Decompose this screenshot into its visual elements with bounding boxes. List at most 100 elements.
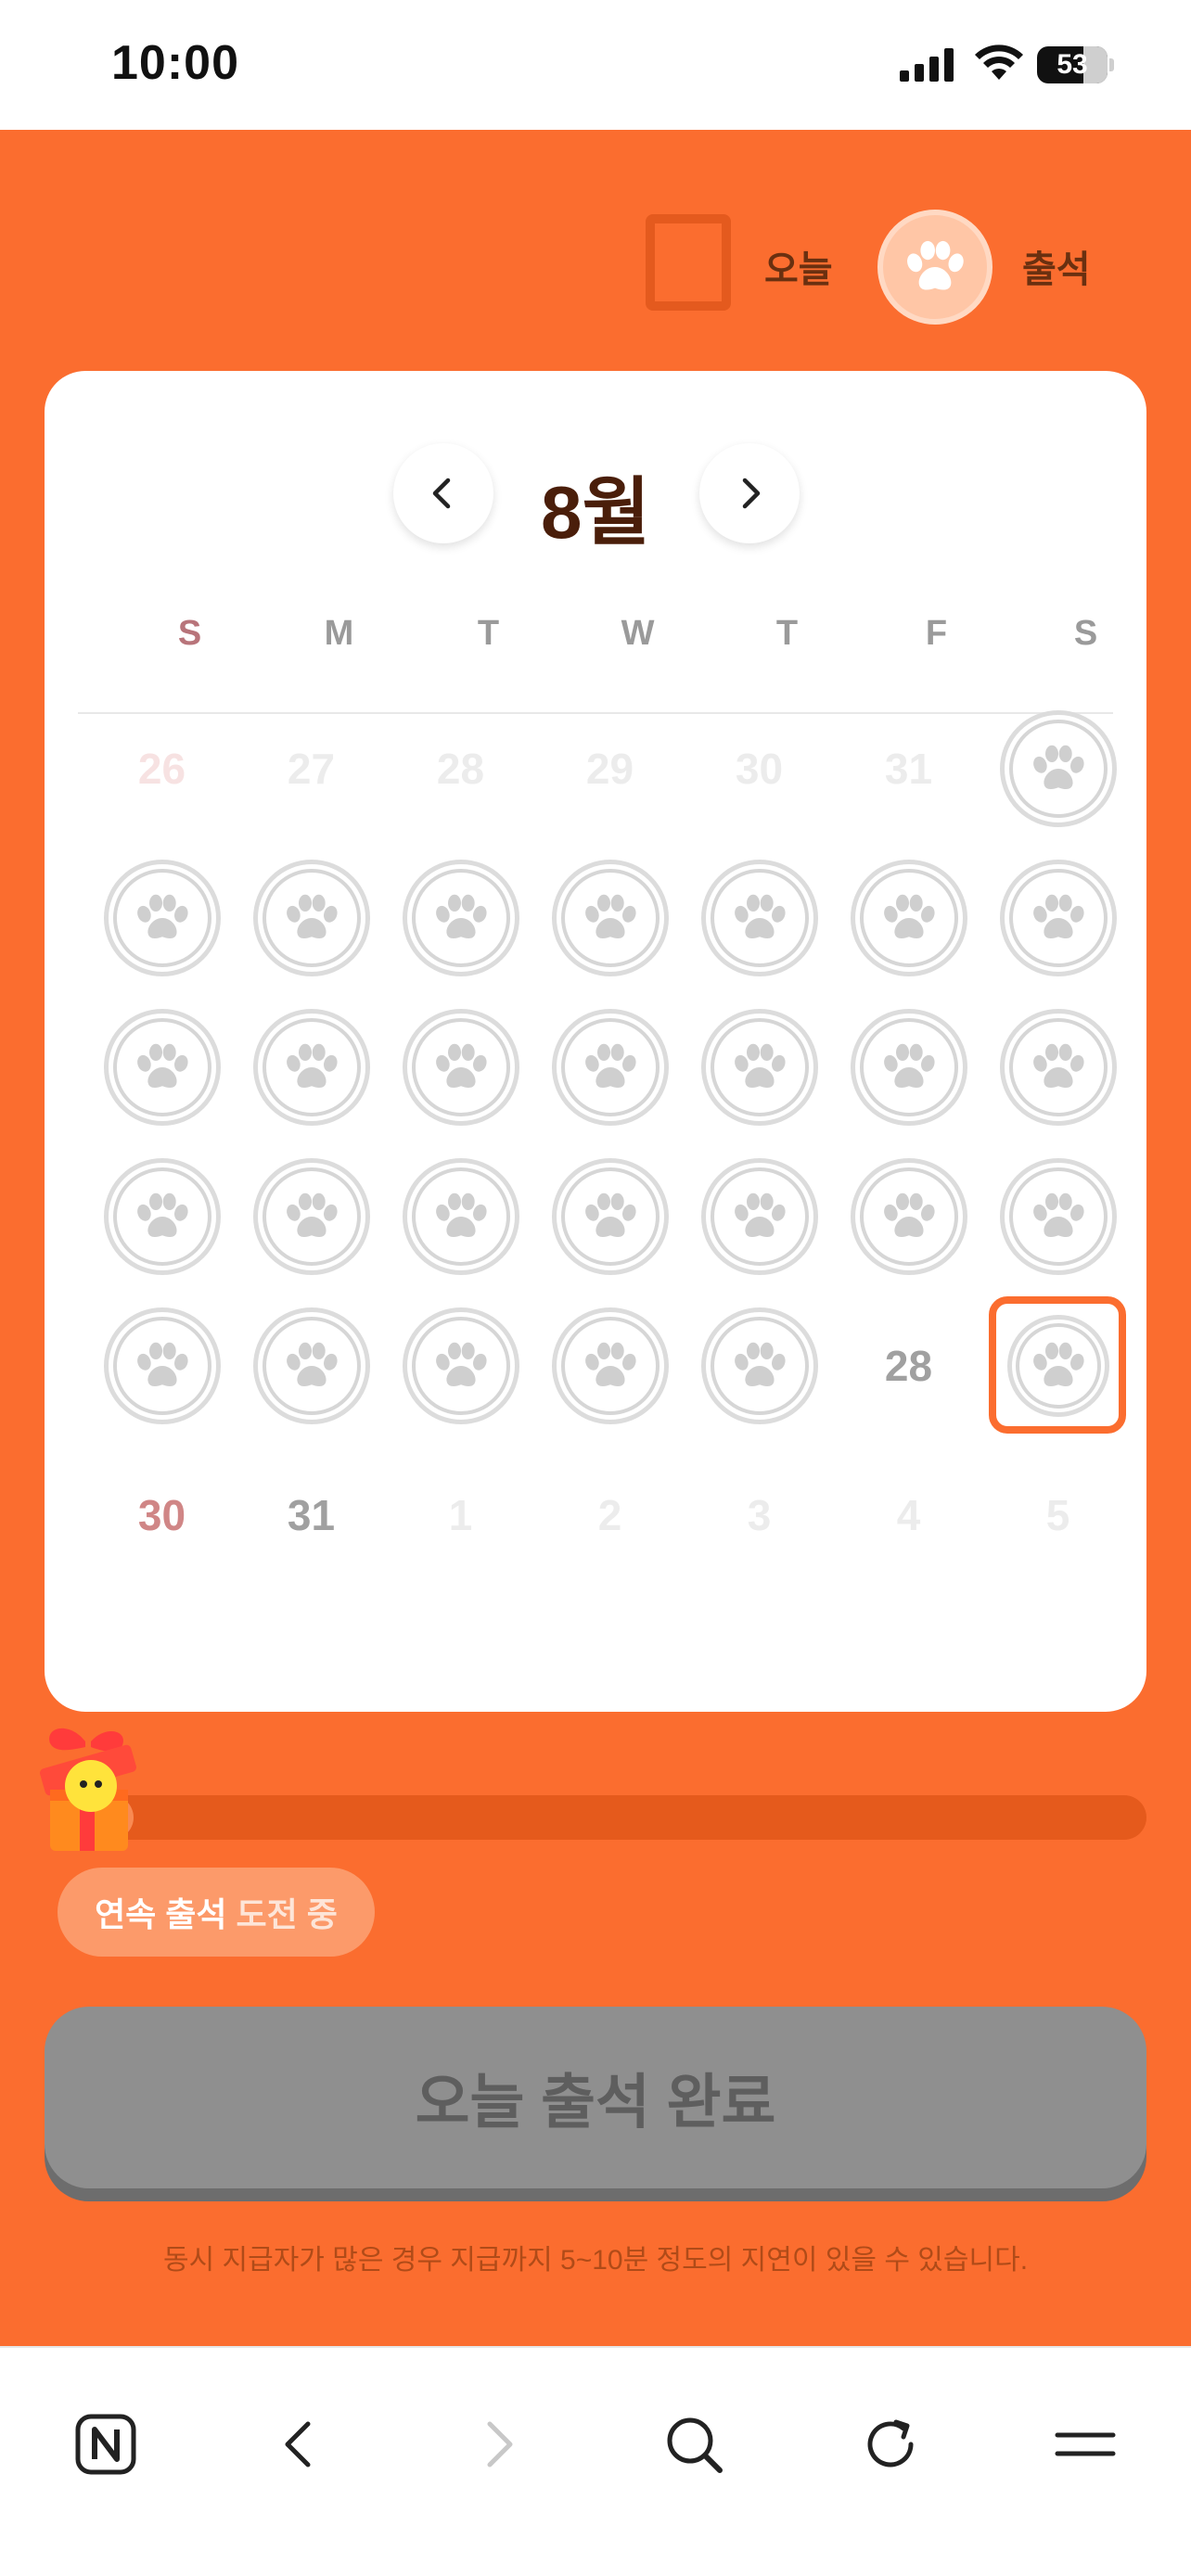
legend-paw-icon: [877, 210, 992, 325]
day-cell[interactable]: [685, 992, 834, 1141]
day-cell[interactable]: [834, 1141, 983, 1291]
day-number: 29: [585, 744, 634, 793]
day-cell[interactable]: [834, 843, 983, 992]
gift-character-icon: [40, 1728, 136, 1851]
day-cell[interactable]: [535, 843, 685, 992]
day-number: 28: [436, 744, 485, 793]
day-number: 30: [735, 744, 784, 793]
day-number: 2: [597, 1490, 622, 1539]
forward-icon[interactable]: [460, 2407, 534, 2481]
day-cell[interactable]: [386, 843, 535, 992]
day-cell: 28: [386, 694, 535, 843]
day-cell: 31: [834, 694, 983, 843]
signal-icon: [900, 48, 954, 82]
weekday-thu: T: [775, 614, 799, 653]
status-bar: 10:00 53: [0, 0, 1191, 130]
paw-stamp-icon: [252, 1008, 370, 1126]
wifi-icon: [975, 45, 1023, 80]
weekday-sat: S: [1073, 614, 1098, 653]
day-cell[interactable]: [983, 843, 1133, 992]
day-cell[interactable]: [983, 1291, 1133, 1440]
paw-stamp-icon: [999, 859, 1117, 976]
day-number: 5: [1045, 1490, 1070, 1539]
day-cell[interactable]: [87, 1141, 237, 1291]
search-icon[interactable]: [657, 2407, 731, 2481]
day-cell[interactable]: [386, 1291, 535, 1440]
paw-stamp-icon: [402, 859, 519, 976]
refresh-icon[interactable]: [853, 2407, 928, 2481]
menu-icon[interactable]: [1048, 2407, 1122, 2481]
day-cell[interactable]: [535, 1141, 685, 1291]
day-cell: 29: [535, 694, 685, 843]
day-cell[interactable]: [983, 694, 1133, 843]
day-cell[interactable]: [386, 1141, 535, 1291]
paw-stamp-icon: [700, 1157, 818, 1275]
paw-stamp-icon: [999, 1157, 1117, 1275]
day-cell[interactable]: [834, 992, 983, 1141]
weekday-fri: F: [925, 614, 948, 653]
day-cell[interactable]: 31: [237, 1440, 386, 1589]
day-cell[interactable]: [87, 992, 237, 1141]
day-cell[interactable]: [237, 1141, 386, 1291]
day-number: 30: [137, 1490, 186, 1539]
day-cell: 30: [685, 694, 834, 843]
day-cell[interactable]: [685, 1291, 834, 1440]
day-cell: 5: [983, 1440, 1133, 1589]
paw-stamp-icon: [700, 859, 818, 976]
day-cell[interactable]: [237, 1291, 386, 1440]
streak-badge: 연속 출석 도전 중: [58, 1868, 375, 1957]
weekday-wed: W: [621, 614, 655, 653]
day-number: 1: [448, 1490, 473, 1539]
paw-stamp-icon: [850, 1157, 967, 1275]
legend-today-marker: [646, 214, 731, 311]
day-number: 27: [287, 744, 336, 793]
weekday-mon: M: [324, 614, 354, 653]
paw-stamp-icon: [551, 1307, 669, 1424]
naver-home-icon[interactable]: [69, 2407, 143, 2481]
day-cell[interactable]: [87, 843, 237, 992]
day-cell[interactable]: [386, 992, 535, 1141]
paw-stamp-icon: [402, 1008, 519, 1126]
day-cell[interactable]: [983, 1141, 1133, 1291]
paw-stamp-icon: [999, 1008, 1117, 1126]
streak-label-weak: 도전 중: [236, 1895, 338, 1933]
paw-stamp-icon: [103, 1307, 221, 1424]
attendance-complete-button[interactable]: 오늘 출석 완료: [45, 2007, 1146, 2188]
paw-stamp-icon: [700, 1008, 818, 1126]
paw-stamp-icon: [252, 1157, 370, 1275]
legend-attendance-label: 출석: [1022, 249, 1091, 290]
battery-level: 53: [1057, 49, 1088, 80]
paw-stamp-icon: [551, 1157, 669, 1275]
day-cell[interactable]: [237, 843, 386, 992]
day-number: 31: [884, 744, 933, 793]
day-number: 4: [896, 1490, 921, 1539]
day-cell[interactable]: [87, 1291, 237, 1440]
back-icon[interactable]: [263, 2407, 338, 2481]
day-cell[interactable]: [685, 843, 834, 992]
day-number: 3: [747, 1490, 772, 1539]
day-cell: 2: [535, 1440, 685, 1589]
day-cell: 27: [237, 694, 386, 843]
streak-label-strong: 연속 출석: [95, 1895, 227, 1933]
paw-stamp-icon: [103, 859, 221, 976]
day-cell[interactable]: 28: [834, 1291, 983, 1440]
day-cell[interactable]: 30: [87, 1440, 237, 1589]
prev-month-button[interactable]: [393, 443, 493, 543]
paw-stamp-icon: [551, 859, 669, 976]
day-cell[interactable]: [685, 1141, 834, 1291]
next-month-button[interactable]: [699, 443, 800, 543]
today-marker: [989, 1296, 1126, 1434]
day-cell[interactable]: [535, 992, 685, 1141]
paw-stamp-icon: [850, 859, 967, 976]
day-cell: 1: [386, 1440, 535, 1589]
weekday-tue: T: [477, 614, 500, 653]
battery-icon: 53: [1037, 46, 1114, 83]
day-cell[interactable]: [237, 992, 386, 1141]
day-cell: 3: [685, 1440, 834, 1589]
day-cell[interactable]: [535, 1291, 685, 1440]
delay-notice: 동시 지급자가 많은 경우 지급까지 5~10분 정도의 지연이 있을 수 있습…: [162, 2245, 1029, 2276]
day-cell: 4: [834, 1440, 983, 1589]
paw-stamp-icon: [103, 1157, 221, 1275]
day-cell[interactable]: [983, 992, 1133, 1141]
paw-stamp-icon: [999, 709, 1117, 827]
